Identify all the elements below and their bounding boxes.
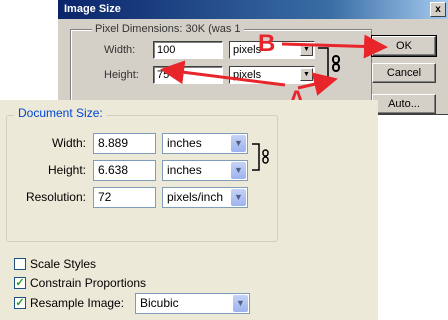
resample-method-value: Bicubic (140, 296, 179, 310)
arrow-b-to-ok (281, 34, 388, 59)
chevron-down-icon[interactable]: ▼ (233, 295, 248, 312)
resolution-input[interactable]: 72 (93, 187, 156, 208)
constrain-proportions-label[interactable]: Constrain Proportions (30, 276, 146, 290)
arrow-a-to-width (160, 60, 286, 87)
callout-b: B (258, 30, 276, 57)
doc-width-input[interactable]: 8.889 (93, 133, 156, 154)
document-size-legend: Document Size: (14, 106, 107, 120)
resample-method-select[interactable]: Bicubic ▼ (135, 293, 250, 314)
resolution-unit-select[interactable]: pixels/inch ▼ (162, 187, 248, 208)
doc-height-unit-value: inches (167, 163, 202, 177)
scale-styles-checkbox[interactable] (14, 258, 26, 270)
doc-width-label: Width: (51, 136, 86, 150)
checkmark-icon: ✓ (15, 297, 25, 309)
chain-link-icon (252, 143, 269, 171)
resample-image-checkbox[interactable]: ✓ (14, 297, 26, 309)
scale-styles-label[interactable]: Scale Styles (30, 257, 96, 271)
resolution-unit-value: pixels/inch (167, 190, 224, 204)
doc-width-unit-value: inches (167, 136, 202, 150)
checkmark-icon: ✓ (15, 277, 25, 289)
doc-height-unit-select[interactable]: inches ▼ (162, 160, 248, 181)
doc-width-unit-select[interactable]: inches ▼ (162, 133, 248, 154)
doc-height-input[interactable]: 6.638 (93, 160, 156, 181)
chevron-down-icon[interactable]: ▼ (231, 135, 246, 152)
chevron-down-icon[interactable]: ▼ (231, 162, 246, 179)
resample-image-label[interactable]: Resample Image: (30, 296, 124, 310)
doc-height-label: Height: (47, 163, 86, 177)
chevron-down-icon[interactable]: ▼ (231, 189, 246, 206)
resolution-label: Resolution: (25, 190, 86, 204)
annotation-arrows (160, 34, 388, 96)
constrain-proportions-checkbox[interactable]: ✓ (14, 277, 26, 289)
